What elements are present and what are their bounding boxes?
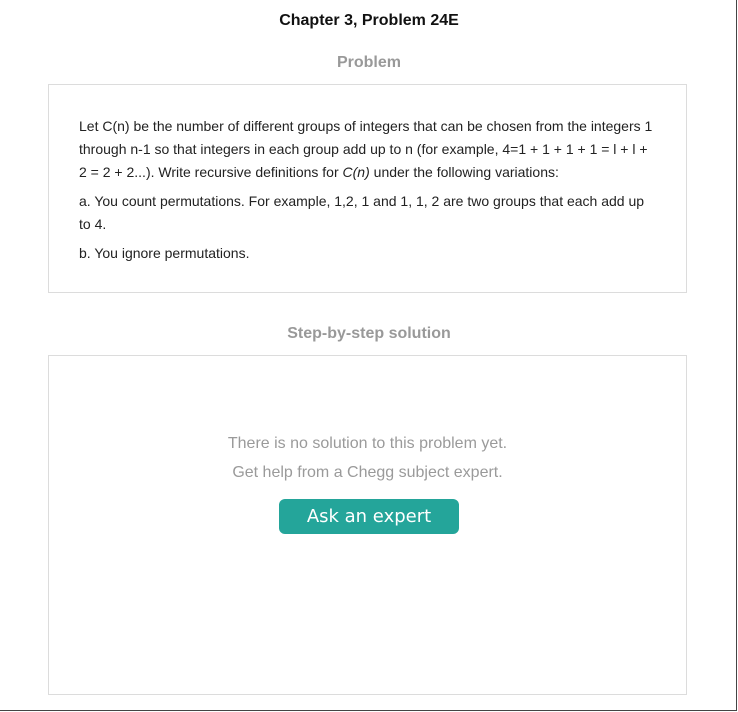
solution-heading: Step-by-step solution <box>287 325 451 342</box>
ask-expert-button[interactable]: Ask an expert <box>279 499 459 534</box>
problem-statement-math: C(n) <box>342 164 370 180</box>
expert-help-message: Get help from a Chegg subject expert. <box>232 464 503 481</box>
no-solution-message: There is no solution to this problem yet… <box>227 435 508 452</box>
problem-card: Let C(n) be the number of different grou… <box>48 84 687 293</box>
problem-part-a: a. You count permutations. For example, … <box>79 193 645 232</box>
problem-statement-tail: under the following variations: <box>369 164 559 180</box>
problem-statement: Let C(n) be the number of different grou… <box>79 115 656 184</box>
problem-heading: Problem <box>336 54 401 71</box>
problem-part-b: b. You ignore permutations. <box>79 245 250 261</box>
solution-card: There is no solution to this problem yet… <box>48 355 687 695</box>
page-frame: Chapter 3, Problem 24E Problem Let C(n) … <box>0 0 737 711</box>
page-title: Chapter 3, Problem 24E <box>279 12 459 29</box>
